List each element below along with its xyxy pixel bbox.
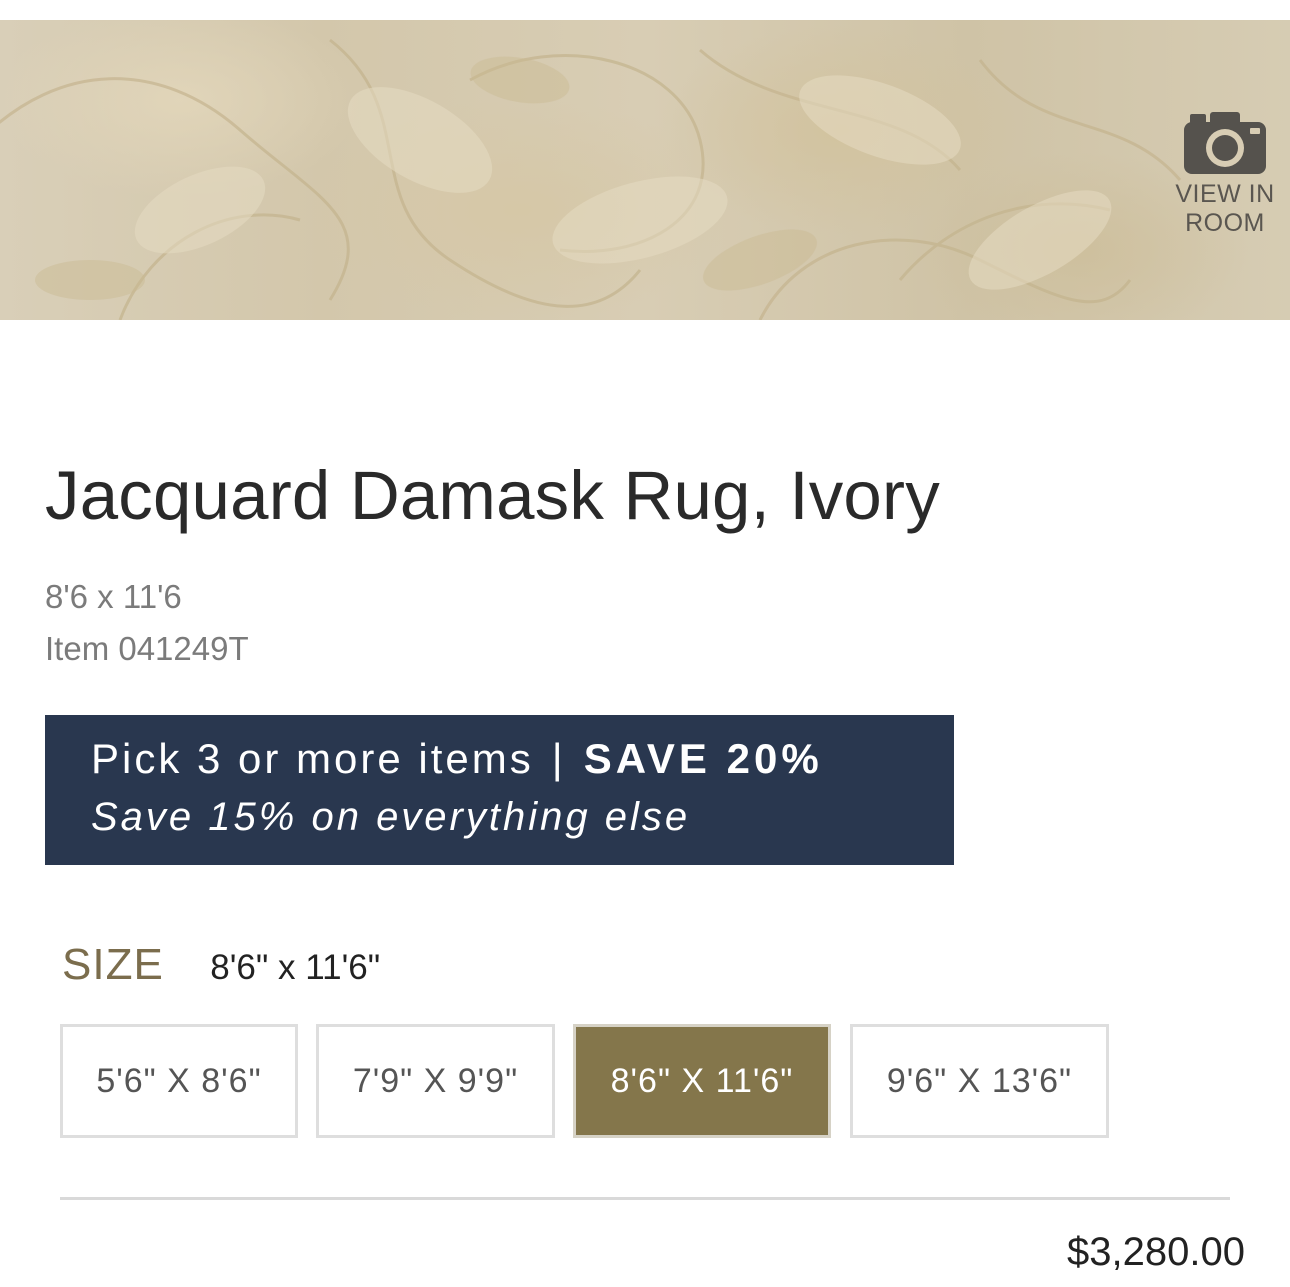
product-page: VIEW IN ROOM Jacquard Damask Rug, Ivory … <box>0 0 1290 1287</box>
size-option-7x9[interactable]: 7'9" X 9'9" <box>316 1024 555 1138</box>
view-in-room-label: VIEW IN ROOM <box>1162 180 1288 238</box>
product-dimensions: 8'6 x 11'6 <box>45 578 182 615</box>
view-in-room-button[interactable]: VIEW IN ROOM <box>1160 110 1290 238</box>
size-option-8x11[interactable]: 8'6" X 11'6" <box>573 1024 831 1138</box>
size-option-5x8[interactable]: 5'6" X 8'6" <box>60 1024 298 1138</box>
view-in-room-line1: VIEW IN <box>1175 180 1275 208</box>
damask-pattern <box>0 38 1182 320</box>
promo-discount: SAVE 20% <box>583 735 823 782</box>
product-title: Jacquard Damask Rug, Ivory <box>45 457 940 534</box>
promo-headline-text: Pick 3 or more items <box>91 735 534 782</box>
selected-size-value: 8'6" x 11'6" <box>210 948 381 987</box>
size-option-9x13[interactable]: 9'6" X 13'6" <box>850 1024 1109 1138</box>
camera-icon <box>1184 112 1266 174</box>
promo-subtext: Save 15% on everything else <box>91 795 691 839</box>
product-price: $3,280.00 <box>1067 1230 1245 1274</box>
view-in-room-line2: ROOM <box>1185 209 1265 237</box>
size-selector-header: SIZE 8'6" x 11'6" <box>62 940 380 990</box>
promo-headline: Pick 3 or more items | SAVE 20% <box>91 735 823 783</box>
product-item-number: Item 041249T <box>45 630 249 667</box>
product-image[interactable]: VIEW IN ROOM <box>0 20 1290 320</box>
promo-separator: | <box>551 735 566 782</box>
divider <box>60 1197 1230 1200</box>
promo-banner[interactable]: Pick 3 or more items | SAVE 20% Save 15% o… <box>45 715 954 865</box>
size-options: 5'6" X 8'6" 7'9" X 9'9" 8'6" X 11'6" 9'6… <box>0 1024 1290 1138</box>
size-label: SIZE <box>62 940 164 989</box>
